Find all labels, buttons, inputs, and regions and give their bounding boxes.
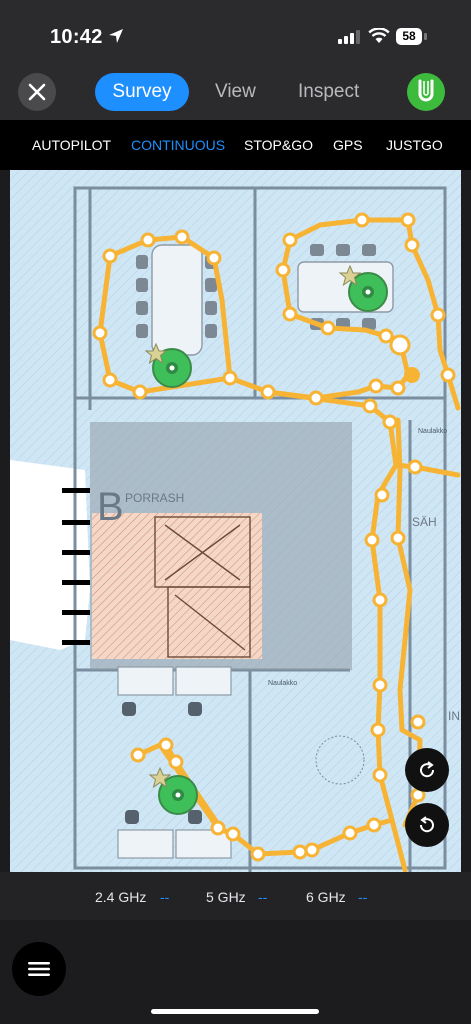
cellular-signal-icon <box>338 30 360 44</box>
storage-label-2: Naulakko <box>418 428 447 435</box>
location-arrow-icon <box>109 29 123 43</box>
floor-plan-map[interactable]: B PORRASH Naulakko Naulakko SÄH IN <box>0 170 471 872</box>
tab-inspect[interactable]: Inspect <box>298 73 359 111</box>
close-button[interactable] <box>18 73 56 111</box>
floor-plan-canvas[interactable]: B PORRASH Naulakko Naulakko SÄH IN <box>0 170 471 872</box>
mode-gps[interactable]: GPS <box>333 137 363 153</box>
magnet-u-icon <box>418 79 434 102</box>
band-5-value: -- <box>258 889 268 905</box>
close-icon <box>28 83 46 101</box>
mode-continuous[interactable]: CONTINUOUS <box>131 137 225 153</box>
band-6-value: -- <box>358 889 368 905</box>
redo-button[interactable] <box>405 748 449 792</box>
mode-justgo[interactable]: JUSTGO <box>386 137 443 153</box>
meeting-table-left <box>151 244 203 356</box>
stairwell-letter: B <box>97 485 124 529</box>
status-time: 10:42 <box>50 26 103 48</box>
menu-button[interactable] <box>12 942 66 996</box>
undo-button[interactable] <box>405 803 449 847</box>
current-position-marker <box>389 334 411 356</box>
room-label-in: IN <box>448 709 460 723</box>
band-6-label: 6 GHz <box>306 889 346 905</box>
device-button[interactable] <box>407 73 445 111</box>
undo-icon <box>419 816 434 833</box>
room-label-sah: SÄH <box>412 515 437 529</box>
band-2-4-label: 2.4 GHz <box>95 889 147 905</box>
mode-stop-and-go[interactable]: STOP&GO <box>244 137 313 153</box>
tab-view[interactable]: View <box>215 73 256 111</box>
battery-indicator: 58 <box>396 28 422 45</box>
home-indicator <box>151 1009 319 1014</box>
hamburger-icon <box>28 962 50 976</box>
tab-survey[interactable]: Survey <box>95 73 189 111</box>
storage-label: Naulakko <box>268 680 297 687</box>
band-2-4-value: -- <box>160 889 170 905</box>
wifi-icon <box>368 28 390 43</box>
route-cursor <box>404 367 420 383</box>
stairwell-label: PORRASH <box>125 491 184 505</box>
redo-icon <box>420 761 435 778</box>
mode-autopilot[interactable]: AUTOPILOT <box>32 137 111 153</box>
battery-cap <box>424 33 427 40</box>
band-5-label: 5 GHz <box>206 889 246 905</box>
